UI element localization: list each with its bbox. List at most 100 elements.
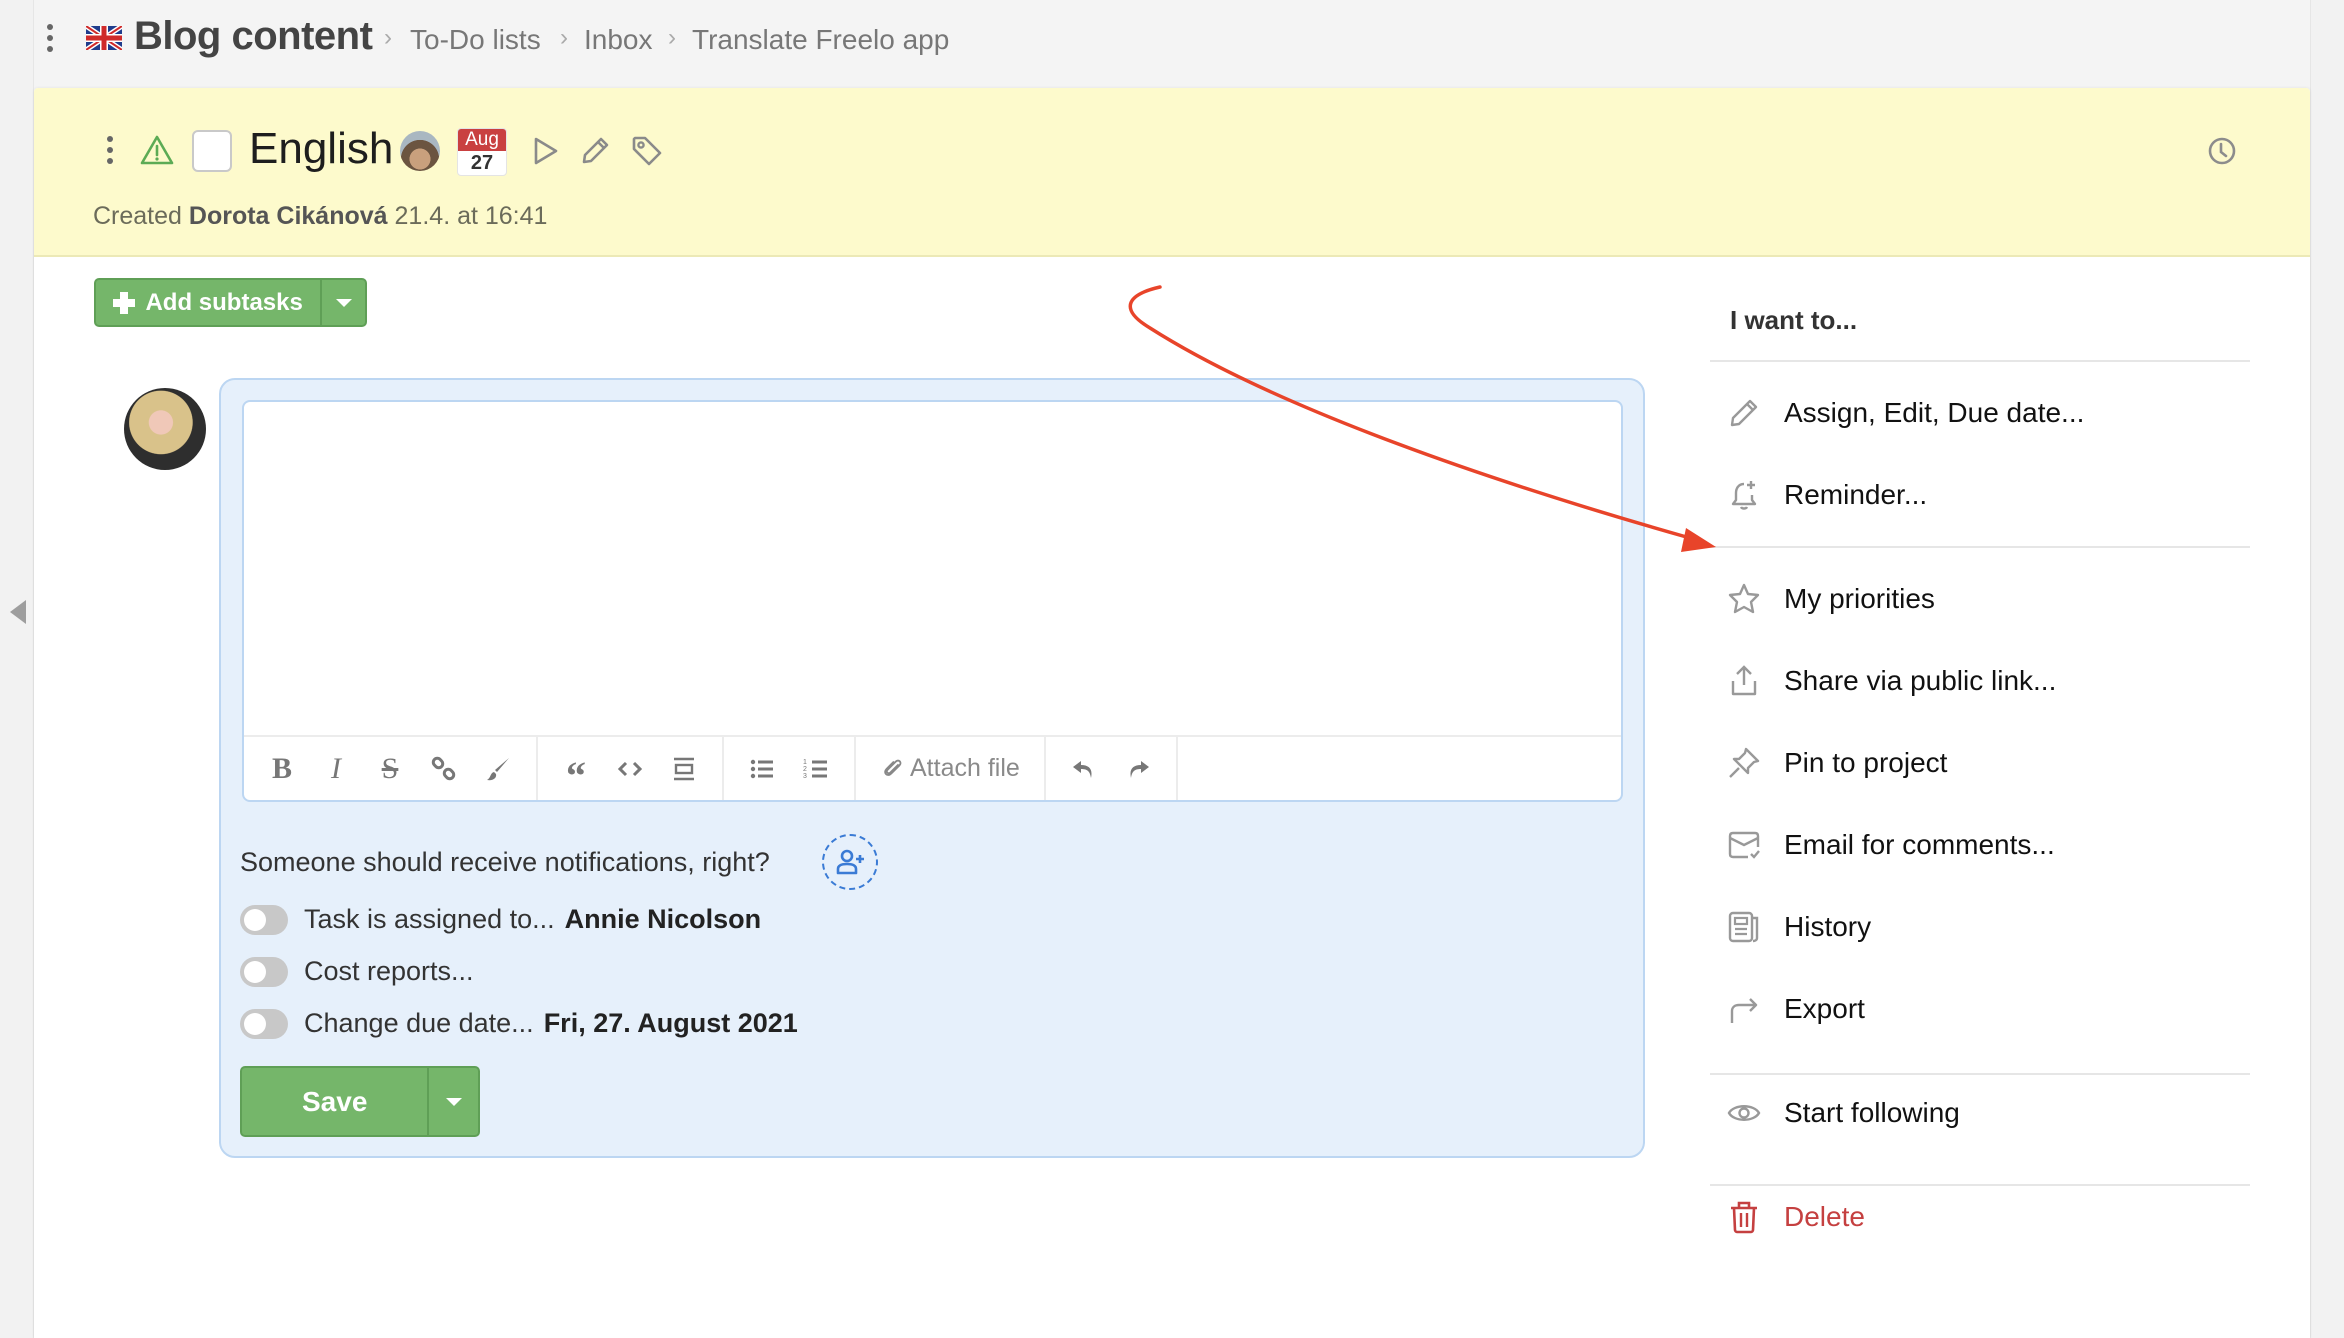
undo-icon[interactable] xyxy=(1060,745,1108,793)
project-menu-kebab-icon[interactable] xyxy=(44,24,56,52)
notify-due-date-toggle[interactable] xyxy=(240,1008,288,1039)
menu-item-share-public-link[interactable]: Share via public link... xyxy=(1726,653,2246,709)
history-icon xyxy=(1728,911,1759,943)
italic-icon[interactable]: I xyxy=(312,745,360,793)
menu-item-assign-edit[interactable]: Assign, Edit, Due date... xyxy=(1726,385,2246,441)
pencil-icon[interactable] xyxy=(578,134,612,168)
save-label: Save xyxy=(302,1085,368,1117)
menu-item-label: History xyxy=(1784,911,1872,942)
paperclip-icon xyxy=(884,759,902,776)
save-options-dropdown[interactable] xyxy=(427,1068,478,1135)
menu-item-reminder[interactable]: Reminder... xyxy=(1726,467,2246,523)
add-subtasks-main[interactable]: Add subtasks xyxy=(96,280,320,325)
menu-item-label: Pin to project xyxy=(1784,747,1948,778)
task-complete-checkbox[interactable] xyxy=(192,130,232,172)
menu-item-export[interactable]: Export xyxy=(1726,981,2246,1037)
breadcrumb-current-task: Translate Freelo app xyxy=(692,24,950,55)
notify-due-date-label: Change due date... xyxy=(304,1008,534,1038)
add-subtasks-button[interactable]: Add subtasks xyxy=(94,278,367,327)
notify-assigned-toggle[interactable] xyxy=(240,904,288,935)
tag-icon[interactable] xyxy=(630,134,664,168)
numbered-list-icon[interactable]: 123 xyxy=(792,745,840,793)
bell-plus-icon xyxy=(1731,481,1757,510)
menu-item-label: Assign, Edit, Due date... xyxy=(1784,397,2085,428)
collapse-sidebar-arrow-icon[interactable] xyxy=(10,600,26,624)
menu-item-label: Reminder... xyxy=(1784,479,1928,510)
plus-icon xyxy=(113,291,136,314)
eye-icon xyxy=(1727,1105,1761,1121)
notify-row-cost-reports: Cost reports... xyxy=(240,956,474,987)
menu-item-delete[interactable]: Delete xyxy=(1726,1189,2246,1245)
right-scroll-rail xyxy=(2310,0,2344,1338)
attach-file-button[interactable]: Attach file xyxy=(870,754,1030,783)
redo-icon[interactable] xyxy=(1114,745,1162,793)
svg-text:3: 3 xyxy=(803,773,807,780)
breadcrumb-todo-lists[interactable]: To-Do lists xyxy=(410,24,541,56)
due-date-badge[interactable]: Aug 27 xyxy=(457,128,507,176)
menu-item-history[interactable]: History xyxy=(1726,899,2246,955)
clock-icon[interactable] xyxy=(2207,136,2237,166)
notify-cost-reports-toggle[interactable] xyxy=(240,956,288,987)
notify-assigned-value: Annie Nicolson xyxy=(564,904,762,934)
menu-item-start-following[interactable]: Start following xyxy=(1726,1085,2246,1141)
export-icon xyxy=(1730,998,1758,1023)
task-menu-kebab-icon[interactable] xyxy=(104,136,116,164)
bullet-list-icon[interactable] xyxy=(738,745,786,793)
menu-divider xyxy=(1710,1184,2250,1186)
caret-down-icon xyxy=(445,1097,462,1106)
warning-icon[interactable] xyxy=(140,134,174,166)
current-user-avatar xyxy=(124,388,206,470)
breadcrumb-separator: › xyxy=(560,24,568,51)
menu-item-label: Start following xyxy=(1784,1097,1960,1128)
bold-icon[interactable]: B xyxy=(258,745,306,793)
caret-down-icon xyxy=(335,298,352,307)
trash-icon xyxy=(1731,1201,1757,1234)
actions-menu-title: I want to... xyxy=(1730,305,1858,335)
menu-item-label: My priorities xyxy=(1784,583,1935,614)
toolbar-group-lists: 123 xyxy=(724,737,856,800)
breadcrumb-inbox[interactable]: Inbox xyxy=(584,24,653,56)
assignee-avatar[interactable] xyxy=(400,131,440,171)
notify-row-assigned: Task is assigned to... Annie Nicolson xyxy=(240,904,761,935)
notify-assigned-label: Task is assigned to... xyxy=(304,904,555,934)
play-timer-icon[interactable] xyxy=(528,134,562,168)
task-title[interactable]: English xyxy=(249,124,393,174)
toolbar-group-blocks: “ xyxy=(538,737,724,800)
project-title[interactable]: Blog content xyxy=(134,14,373,59)
link-icon[interactable] xyxy=(420,745,468,793)
menu-divider xyxy=(1710,1073,2250,1075)
left-sidebar-rail xyxy=(0,0,34,1338)
horizontal-rule-icon[interactable] xyxy=(660,745,708,793)
comment-input[interactable] xyxy=(244,402,1621,735)
strikethrough-icon[interactable]: S xyxy=(366,745,414,793)
notify-row-due-date: Change due date... Fri, 27. August 2021 xyxy=(240,1008,798,1039)
menu-item-my-priorities[interactable]: My priorities xyxy=(1726,571,2246,627)
add-subtasks-dropdown[interactable] xyxy=(320,280,365,325)
menu-item-label: Delete xyxy=(1784,1201,1865,1232)
add-person-icon xyxy=(836,849,864,875)
notify-due-date-value: Fri, 27. August 2021 xyxy=(543,1008,798,1038)
menu-item-label: Export xyxy=(1784,993,1865,1024)
email-icon xyxy=(1728,831,1760,859)
save-button[interactable]: Save xyxy=(240,1066,480,1137)
save-main[interactable]: Save xyxy=(242,1068,427,1135)
created-by[interactable]: Dorota Cikánová xyxy=(189,202,388,230)
menu-divider xyxy=(1710,546,2250,548)
toolbar-group-attach: Attach file xyxy=(856,737,1046,800)
add-subtasks-label: Add subtasks xyxy=(145,288,303,316)
code-icon[interactable] xyxy=(606,745,654,793)
created-prefix: Created xyxy=(93,202,182,230)
menu-divider xyxy=(1710,360,2250,362)
menu-item-pin-to-project[interactable]: Pin to project xyxy=(1726,735,2246,791)
uk-flag-icon xyxy=(86,26,122,50)
menu-item-label: Email for comments... xyxy=(1784,829,2055,860)
add-notification-recipient-button[interactable] xyxy=(822,834,878,890)
svg-text:2: 2 xyxy=(803,766,807,773)
menu-item-email-for-comments[interactable]: Email for comments... xyxy=(1726,817,2246,873)
menu-item-label: Share via public link... xyxy=(1784,665,2057,696)
toolbar-group-format: B I S xyxy=(244,737,538,800)
due-date-day: 27 xyxy=(470,152,494,174)
quote-icon[interactable]: “ xyxy=(552,745,600,798)
notification-question: Someone should receive notifications, ri… xyxy=(240,847,770,877)
brush-icon[interactable] xyxy=(474,745,522,793)
